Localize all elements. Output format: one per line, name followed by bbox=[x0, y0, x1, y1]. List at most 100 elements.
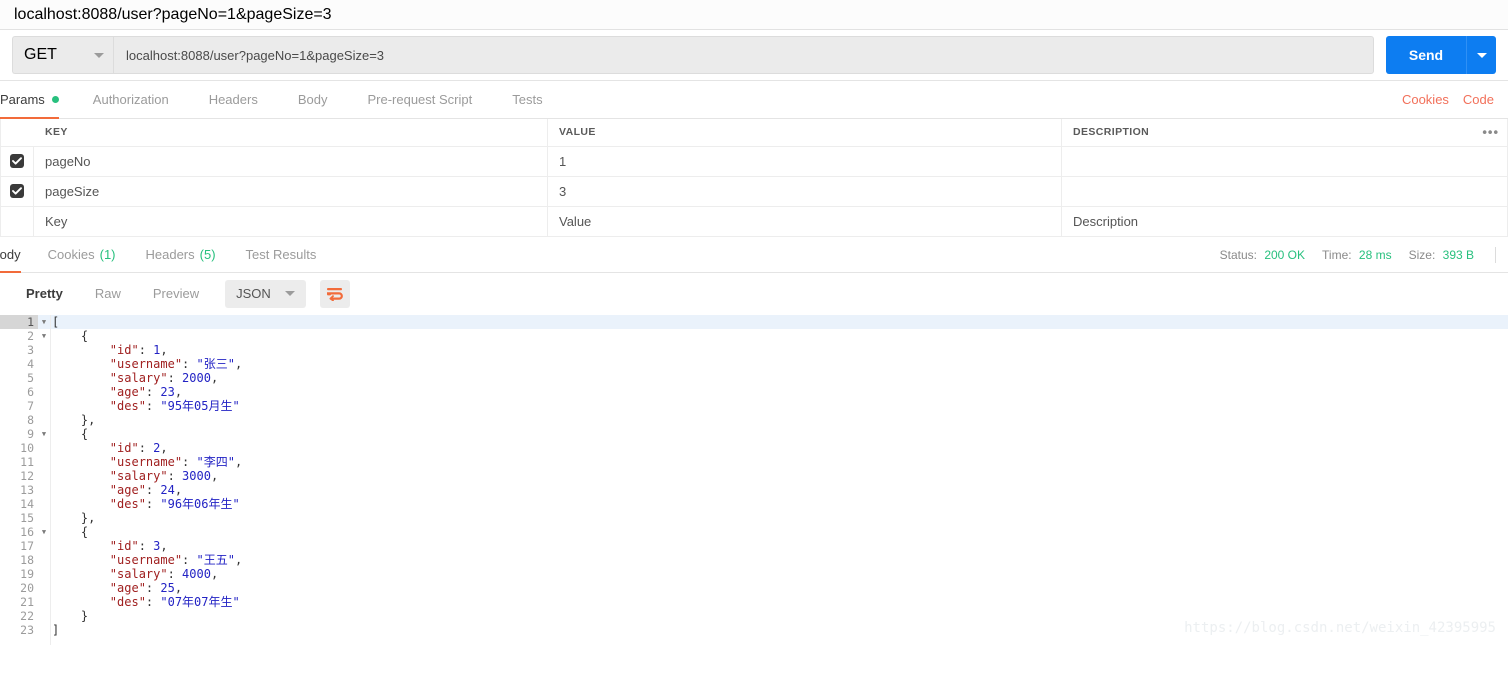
code-line-number: 23 bbox=[0, 623, 38, 637]
row-value-cell[interactable]: 3 bbox=[548, 176, 1062, 206]
code-fold-toggle-icon[interactable]: ▼ bbox=[38, 525, 50, 539]
code-line-text: "salary": 2000, bbox=[50, 371, 218, 385]
tab-headers[interactable]: Headers bbox=[189, 81, 278, 118]
format-tab-raw[interactable]: Raw bbox=[79, 280, 137, 308]
tab-pre-request-script[interactable]: Pre-request Script bbox=[347, 81, 492, 118]
new-row-description-input[interactable]: Description bbox=[1062, 206, 1508, 236]
code-line-text: "age": 23, bbox=[50, 385, 182, 399]
row-key-cell[interactable]: pageNo bbox=[34, 146, 548, 176]
code-line-number: 19 bbox=[0, 567, 38, 581]
code-line-text: "des": "96年06年生" bbox=[50, 497, 240, 511]
code-line-text: "age": 25, bbox=[50, 581, 182, 595]
new-row-value-input[interactable]: Value bbox=[548, 206, 1062, 236]
code-line-number: 5 bbox=[0, 371, 38, 385]
code-line-text: "des": "95年05月生" bbox=[50, 399, 240, 413]
send-button[interactable]: Send bbox=[1386, 36, 1466, 74]
code-line-number: 8 bbox=[0, 413, 38, 427]
response-body-viewer[interactable]: 1▼[2▼ {3 "id": 1,4 "username": "张三",5 "s… bbox=[0, 315, 1508, 645]
new-row-key-input[interactable]: Key bbox=[34, 206, 548, 236]
tab-pre-request-script-label: Pre-request Script bbox=[367, 92, 472, 107]
row-checkbox[interactable] bbox=[10, 154, 24, 168]
size-badge: Size: 393 B bbox=[1409, 248, 1474, 262]
code-line-number: 18 bbox=[0, 553, 38, 567]
code-line: 11 "username": "李四", bbox=[0, 455, 1508, 469]
tab-tests-label: Tests bbox=[512, 92, 542, 107]
response-tab-body-label: Body bbox=[0, 247, 21, 262]
params-header-key: KEY bbox=[34, 119, 548, 146]
tab-authorization-label: Authorization bbox=[93, 92, 169, 107]
size-label: Size: bbox=[1409, 248, 1436, 262]
chevron-down-icon bbox=[94, 53, 104, 58]
meta-divider bbox=[1495, 247, 1496, 263]
code-fold-toggle-icon[interactable]: ▼ bbox=[38, 427, 50, 441]
response-tab-body[interactable]: Body bbox=[0, 238, 33, 272]
response-language-label: JSON bbox=[236, 286, 271, 301]
code-line: 16▼ { bbox=[0, 525, 1508, 539]
request-url-input[interactable]: localhost:8088/user?pageNo=1&pageSize=3 bbox=[113, 36, 1374, 74]
params-more-menu-icon[interactable]: ••• bbox=[1482, 125, 1499, 140]
table-row[interactable]: pageNo 1 bbox=[1, 146, 1508, 176]
response-tab-headers-count: (5) bbox=[200, 247, 216, 262]
code-line-number: 17 bbox=[0, 539, 38, 553]
tab-tests[interactable]: Tests bbox=[492, 81, 562, 118]
row-description-cell[interactable] bbox=[1062, 146, 1508, 176]
code-line: 1▼[ bbox=[0, 315, 1508, 329]
code-line-text: "salary": 4000, bbox=[50, 567, 218, 581]
params-header-row: KEY VALUE DESCRIPTION ••• bbox=[1, 119, 1508, 146]
format-tab-preview[interactable]: Preview bbox=[137, 280, 215, 308]
response-language-select[interactable]: JSON bbox=[225, 280, 306, 308]
check-icon bbox=[12, 187, 22, 195]
code-line-text: "des": "07年07年生" bbox=[50, 595, 240, 609]
code-line-number: 14 bbox=[0, 497, 38, 511]
params-header-description: DESCRIPTION ••• bbox=[1062, 119, 1508, 146]
response-tab-test-results[interactable]: Test Results bbox=[231, 238, 332, 272]
code-line-text: "id": 1, bbox=[50, 343, 168, 357]
params-active-dot-icon bbox=[52, 96, 59, 103]
row-value-cell[interactable]: 1 bbox=[548, 146, 1062, 176]
response-tab-cookies[interactable]: Cookies (1) bbox=[33, 238, 131, 272]
code-fold-toggle-icon[interactable]: ▼ bbox=[38, 315, 50, 329]
response-tab-headers[interactable]: Headers (5) bbox=[131, 238, 231, 272]
code-line: 17 "id": 3, bbox=[0, 539, 1508, 553]
code-line-number: 11 bbox=[0, 455, 38, 469]
code-line-text: { bbox=[50, 427, 88, 441]
row-checkbox-cell-empty bbox=[1, 206, 34, 236]
chevron-down-icon bbox=[285, 291, 295, 296]
code-link[interactable]: Code bbox=[1463, 92, 1494, 107]
row-checkbox-cell bbox=[1, 146, 34, 176]
code-line-number: 6 bbox=[0, 385, 38, 399]
row-checkbox[interactable] bbox=[10, 184, 24, 198]
row-description-cell[interactable] bbox=[1062, 176, 1508, 206]
cookies-link[interactable]: Cookies bbox=[1402, 92, 1449, 107]
word-wrap-icon bbox=[326, 287, 343, 301]
tab-params[interactable]: Params bbox=[0, 81, 73, 118]
tab-authorization[interactable]: Authorization bbox=[73, 81, 189, 118]
code-line: 19 "salary": 4000, bbox=[0, 567, 1508, 581]
table-row-empty[interactable]: Key Value Description bbox=[1, 206, 1508, 236]
word-wrap-toggle[interactable] bbox=[320, 280, 350, 308]
tab-params-label: Params bbox=[0, 92, 45, 107]
code-line-text: } bbox=[50, 609, 88, 623]
request-tabs-actions: Cookies Code bbox=[1402, 81, 1508, 118]
response-tab-cookies-label: Cookies bbox=[48, 247, 95, 262]
code-line-text: "id": 2, bbox=[50, 441, 168, 455]
code-line-text: "username": "李四", bbox=[50, 455, 242, 469]
code-line: 9▼ { bbox=[0, 427, 1508, 441]
code-line: 4 "username": "张三", bbox=[0, 357, 1508, 371]
response-format-bar: Pretty Raw Preview JSON bbox=[0, 273, 1508, 315]
code-line-number: 9 bbox=[0, 427, 38, 441]
code-line: 3 "id": 1, bbox=[0, 343, 1508, 357]
format-tab-pretty[interactable]: Pretty bbox=[10, 280, 79, 308]
send-options-button[interactable] bbox=[1466, 36, 1496, 74]
row-key-cell[interactable]: pageSize bbox=[34, 176, 548, 206]
code-line-text: }, bbox=[50, 511, 95, 525]
http-method-select[interactable]: GET bbox=[12, 36, 113, 74]
code-indent-guide bbox=[50, 315, 51, 645]
params-header-value: VALUE bbox=[548, 119, 1062, 146]
code-fold-toggle-icon[interactable]: ▼ bbox=[38, 329, 50, 343]
code-line: 20 "age": 25, bbox=[0, 581, 1508, 595]
code-line-text: "salary": 3000, bbox=[50, 469, 218, 483]
tab-body[interactable]: Body bbox=[278, 81, 348, 118]
code-line: 6 "age": 23, bbox=[0, 385, 1508, 399]
table-row[interactable]: pageSize 3 bbox=[1, 176, 1508, 206]
